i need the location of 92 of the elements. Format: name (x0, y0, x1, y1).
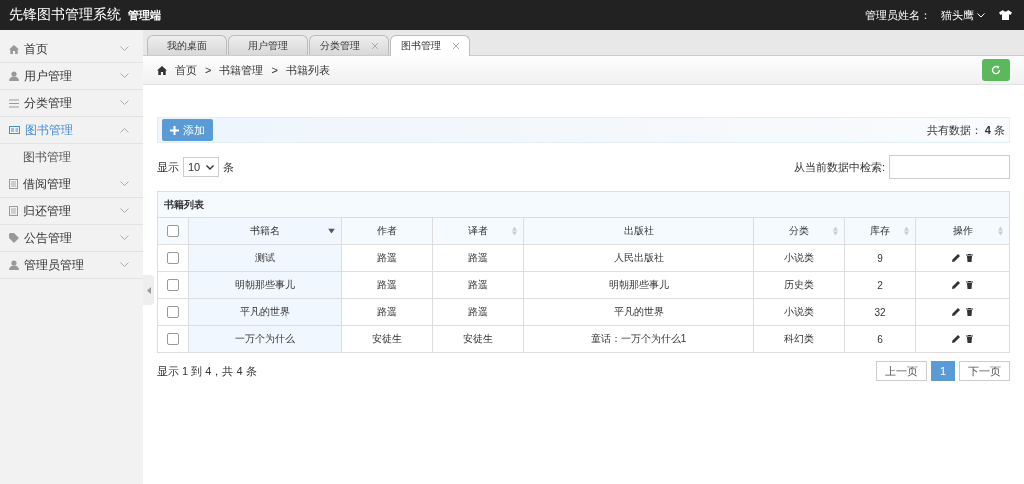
column-header[interactable]: 操作 (915, 217, 1010, 245)
document-icon (9, 206, 18, 216)
pencil-icon[interactable] (952, 281, 960, 289)
app-title: 先锋图书管理系统 (9, 6, 121, 24)
table-cell: 安徒生 (372, 333, 402, 344)
table-cell: 一万个为什么 (235, 333, 295, 344)
home-icon (157, 65, 167, 75)
column-header[interactable]: 库存 (844, 217, 916, 245)
user-menu[interactable]: 猫头鹰 (941, 7, 985, 23)
list-icon (9, 98, 19, 108)
table-info: 显示 1 到 4，共 4 条 (157, 363, 257, 379)
breadcrumb-link[interactable]: 首页 (175, 62, 197, 78)
left-triangle-icon (146, 286, 151, 294)
refresh-button[interactable] (982, 59, 1010, 81)
table-cell: 明朝那些事儿 (608, 279, 669, 290)
trash-icon[interactable] (966, 308, 973, 316)
close-icon[interactable] (372, 42, 378, 49)
trash-icon[interactable] (966, 254, 973, 262)
length-label: 条 (223, 159, 235, 175)
pencil-icon[interactable] (952, 254, 960, 262)
table-cell: 平凡的世界 (613, 306, 664, 317)
table-cell: 安徒生 (463, 333, 493, 344)
page-size-select[interactable]: 10 (183, 157, 220, 177)
table-cell: 小说类 (784, 306, 814, 317)
table-cell: 2 (877, 279, 883, 291)
user-icon (9, 71, 19, 81)
total-count-text: 共有数据： 4 条 (926, 122, 1005, 138)
search-field[interactable] (889, 155, 1010, 179)
page-tab[interactable]: 用户管理 (228, 35, 308, 55)
tag-icon (9, 233, 19, 243)
user-label: 管理员姓名： (865, 7, 931, 23)
table-cell: 路遥 (377, 252, 397, 263)
table-cell: 小说类 (784, 252, 814, 263)
sort-icon[interactable] (998, 226, 1003, 236)
table-cell: 测试 (255, 252, 275, 263)
next-page-button[interactable]: 下一页 (959, 361, 1010, 381)
page-tab[interactable]: 我的桌面 (147, 35, 227, 55)
breadcrumb-link[interactable]: 书籍管理 (219, 62, 264, 78)
refresh-icon (991, 65, 1001, 75)
plus-icon (170, 125, 179, 135)
table-cell: 平凡的世界 (240, 306, 290, 317)
table-cell: 历史类 (784, 279, 814, 290)
table-cell: 明朝那些事儿 (235, 279, 295, 290)
page-tab[interactable]: 图书管理 (390, 35, 470, 56)
breadcrumb-link[interactable]: 书籍列表 (285, 62, 330, 78)
page-tab[interactable]: 分类管理 (309, 35, 389, 55)
document-icon (9, 179, 18, 189)
table-cell: 6 (877, 333, 883, 345)
sidebar-subitem[interactable]: 图书管理 (0, 144, 143, 171)
table-cell: 人民出版社 (613, 252, 664, 263)
table-cell: 32 (874, 306, 886, 318)
card-icon (9, 126, 20, 134)
breadcrumb-separator: > (205, 64, 212, 76)
sort-icon[interactable] (512, 226, 517, 236)
trash-icon[interactable] (966, 281, 973, 289)
pencil-icon[interactable] (952, 308, 960, 316)
row-checkbox[interactable] (167, 306, 179, 318)
table-cell: 路遥 (468, 279, 488, 290)
user-icon (9, 260, 19, 270)
column-header[interactable]: 译者 (432, 217, 524, 245)
search-label: 从当前数据中检索: (793, 159, 885, 175)
column-header: 作者 (341, 217, 433, 245)
select-all-checkbox[interactable] (167, 225, 179, 237)
table-cell: 9 (877, 252, 883, 264)
column-header[interactable]: 分类 (753, 217, 845, 245)
table-caption: 书籍列表 (164, 198, 204, 210)
sort-icon[interactable] (833, 226, 838, 236)
sort-descending-icon[interactable] (328, 228, 335, 234)
sidebar-toggle[interactable] (143, 275, 154, 305)
sort-icon[interactable] (904, 226, 909, 236)
table-cell: 路遥 (377, 279, 397, 290)
row-checkbox[interactable] (167, 279, 179, 291)
table-cell: 路遥 (468, 306, 488, 317)
shirt-icon[interactable] (999, 10, 1012, 20)
pencil-icon[interactable] (952, 335, 960, 343)
row-checkbox[interactable] (167, 252, 179, 264)
close-icon[interactable] (453, 43, 459, 49)
caret-icon (206, 164, 215, 170)
column-header[interactable]: 书籍名 (188, 217, 342, 245)
row-checkbox[interactable] (167, 333, 179, 345)
length-label: 显示 (157, 159, 179, 175)
home-icon (9, 44, 19, 54)
table-cell: 路遥 (377, 306, 397, 317)
table-cell: 童话：一万个为什么1 (590, 333, 687, 344)
app-subtitle: 管理端 (128, 7, 161, 23)
table-cell: 科幻类 (784, 333, 814, 344)
column-header: 出版社 (523, 217, 754, 245)
trash-icon[interactable] (966, 335, 973, 343)
table-cell: 路遥 (468, 252, 488, 263)
caret-icon (977, 12, 985, 18)
prev-page-button[interactable]: 上一页 (875, 361, 927, 381)
breadcrumb-separator: > (271, 64, 278, 76)
